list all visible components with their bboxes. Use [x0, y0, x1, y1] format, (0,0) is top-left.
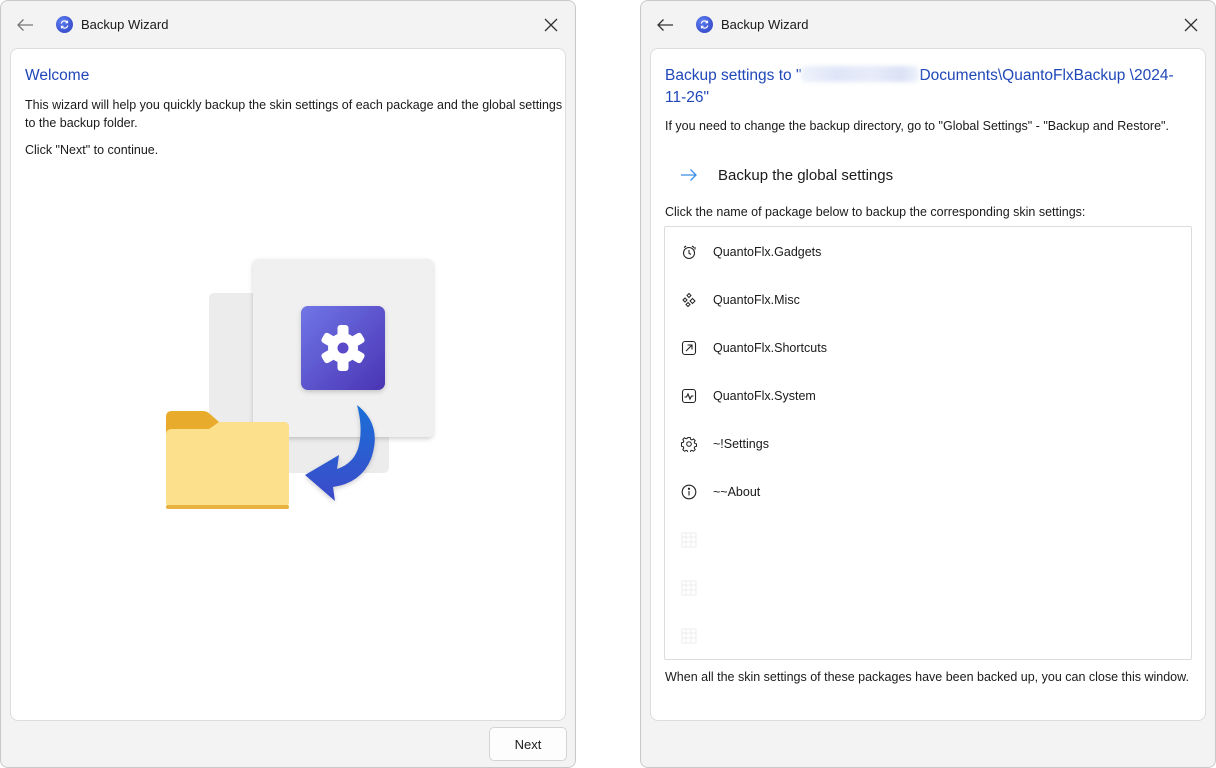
backup-wizard-welcome-window: Backup Wizard Welcome This wizard will h…	[0, 0, 576, 768]
package-item-placeholder[interactable]	[665, 568, 1191, 608]
content-card: Backup settings to " Documents\QuantoFlxB…	[650, 48, 1206, 721]
package-item-shortcuts[interactable]: QuantoFlx.Shortcuts	[665, 328, 1191, 368]
info-icon	[680, 483, 698, 501]
package-item-misc[interactable]: QuantoFlx.Misc	[665, 280, 1191, 320]
package-list: QuantoFlx.Gadgets QuantoFlx.Misc QuantoF…	[664, 226, 1192, 660]
wizard-description: This wizard will help you quickly backup…	[25, 98, 563, 130]
backup-wizard-settings-window: Backup Wizard Backup settings to " Docume…	[640, 0, 1216, 768]
back-button[interactable]	[653, 13, 677, 37]
package-name: QuantoFlx.Misc	[713, 293, 800, 307]
completion-note: When all the skin settings of these pack…	[665, 670, 1189, 684]
sparkle-diamonds-icon	[680, 291, 698, 309]
open-arrow-icon	[680, 339, 698, 357]
package-item-about[interactable]: ~~About	[665, 472, 1191, 512]
global-settings-label: Backup the global settings	[718, 166, 894, 184]
page-title: Welcome	[25, 67, 90, 84]
backup-destination-title: Backup settings to " Documents\QuantoFlxB…	[665, 65, 1185, 109]
package-name: QuantoFlx.Gadgets	[713, 245, 822, 259]
backup-illustration	[166, 259, 433, 509]
close-button[interactable]	[539, 13, 563, 37]
close-button[interactable]	[1179, 13, 1203, 37]
close-icon	[1184, 18, 1198, 32]
placeholder-icon	[680, 627, 698, 645]
continue-hint: Click "Next" to continue.	[25, 143, 159, 157]
gear-icon	[680, 435, 698, 453]
package-instruction: Click the name of package below to backu…	[665, 205, 1086, 219]
package-item-settings[interactable]: ~!Settings	[665, 424, 1191, 464]
placeholder-icon	[680, 579, 698, 597]
backup-app-icon	[56, 16, 73, 33]
package-name: ~!Settings	[713, 437, 769, 451]
next-button[interactable]: Next	[489, 727, 567, 761]
backup-global-settings-link[interactable]: Backup the global settings	[679, 165, 893, 185]
package-item-placeholder[interactable]	[665, 616, 1191, 656]
clock-icon	[680, 243, 698, 261]
arrow-left-icon	[17, 19, 33, 31]
backup-app-icon	[696, 16, 713, 33]
title-bar: Backup Wizard	[641, 1, 1215, 47]
package-item-placeholder[interactable]	[665, 520, 1191, 560]
window-title: Backup Wizard	[81, 17, 169, 32]
package-name: QuantoFlx.Shortcuts	[713, 341, 827, 355]
title-bar: Backup Wizard	[1, 1, 575, 47]
close-icon	[544, 18, 558, 32]
placeholder-icon	[680, 531, 698, 549]
folder-icon	[166, 411, 289, 509]
arrow-right-icon	[679, 165, 699, 185]
window-title: Backup Wizard	[721, 17, 809, 32]
content-card: Welcome This wizard will help you quickl…	[10, 48, 566, 721]
redacted-path	[801, 66, 920, 82]
pulse-icon	[680, 387, 698, 405]
back-button[interactable]	[13, 13, 37, 37]
package-item-gadgets[interactable]: QuantoFlx.Gadgets	[665, 232, 1191, 272]
package-name: QuantoFlx.System	[713, 389, 816, 403]
arrow-left-icon	[657, 19, 673, 31]
package-name: ~~About	[713, 485, 761, 499]
gear-tile-icon	[301, 306, 385, 390]
backup-directory-note: If you need to change the backup directo…	[665, 119, 1169, 133]
title-prefix: Backup settings to "	[665, 67, 802, 84]
package-item-system[interactable]: QuantoFlx.System	[665, 376, 1191, 416]
